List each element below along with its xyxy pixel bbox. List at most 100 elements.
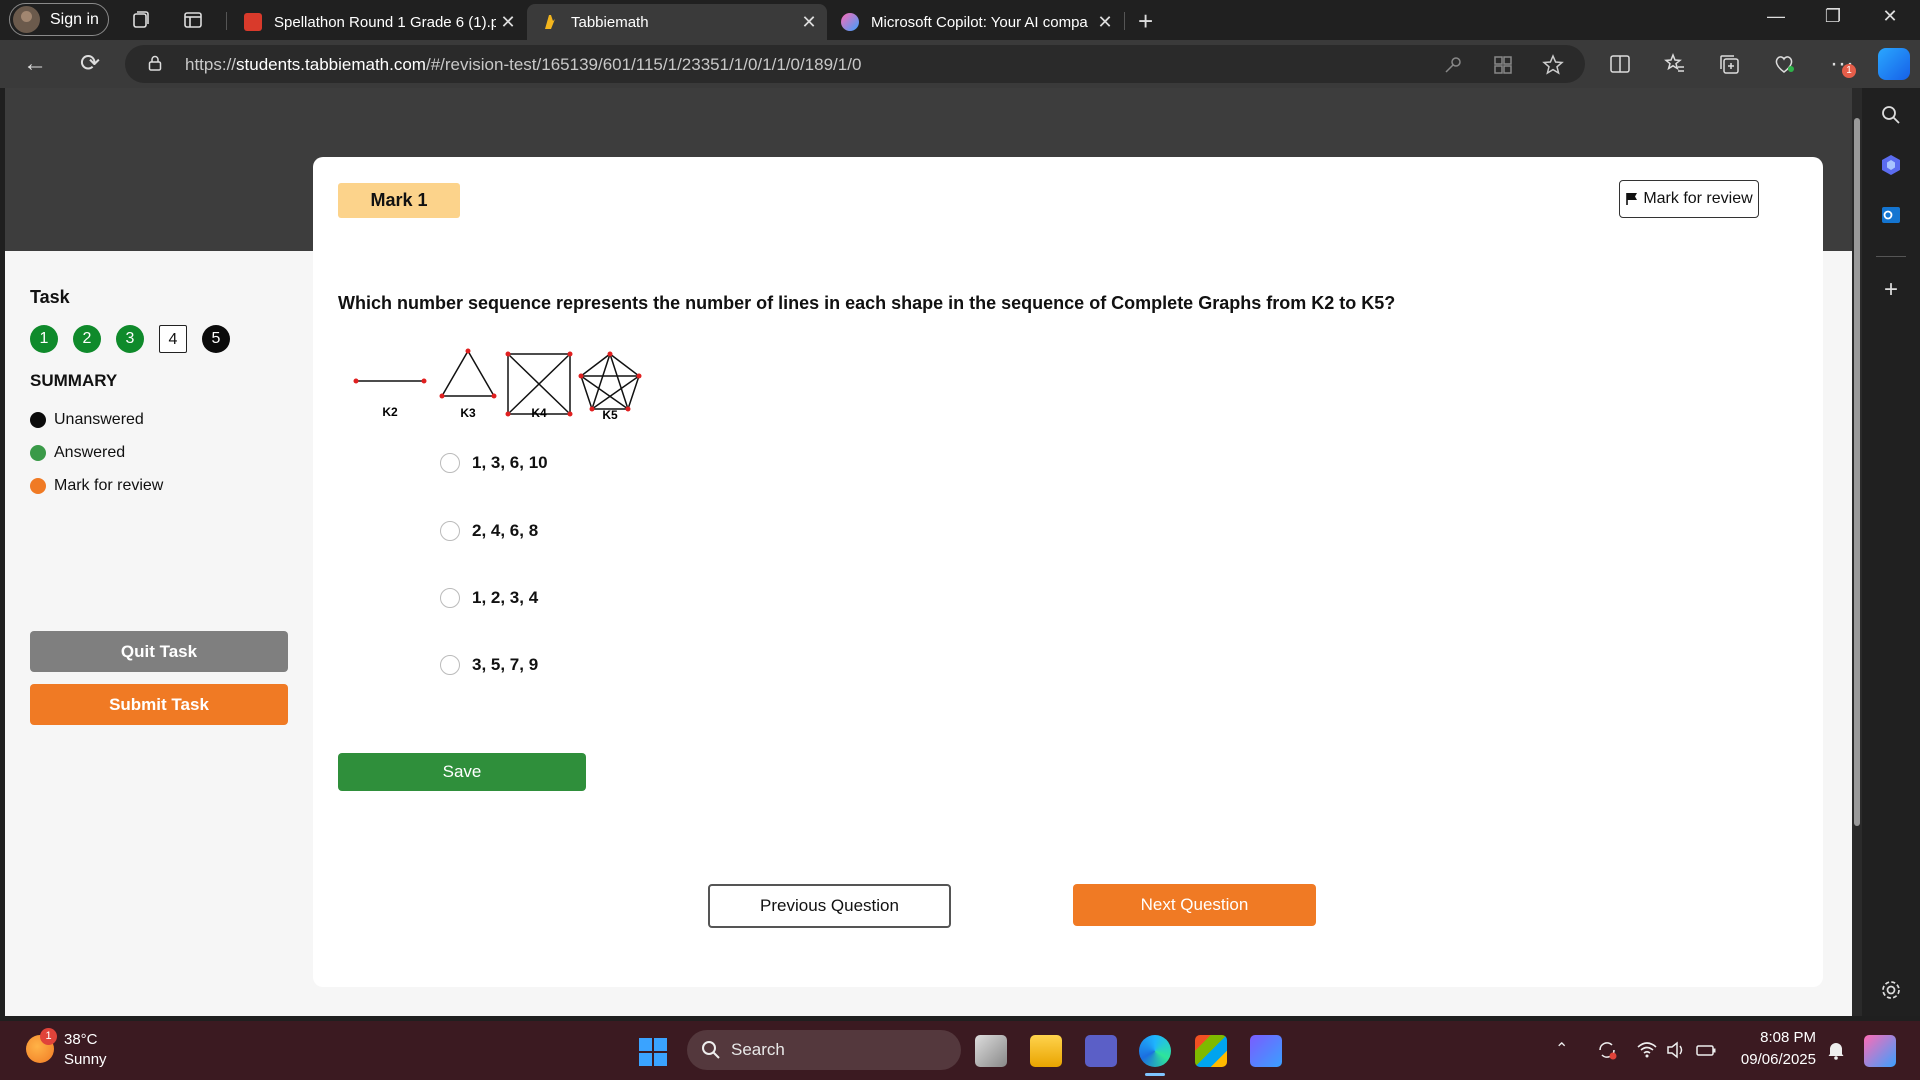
copilot-sidebar-icon[interactable] <box>1879 153 1903 177</box>
page-scrollbar[interactable] <box>1852 88 1862 1016</box>
signin-label: Sign in <box>50 10 99 28</box>
teams-icon[interactable] <box>1085 1035 1117 1067</box>
save-button[interactable]: Save <box>338 753 586 791</box>
volume-icon[interactable] <box>1665 1039 1687 1061</box>
outlook-icon[interactable] <box>1879 203 1903 227</box>
task-title: Task <box>30 287 70 307</box>
copilot-app-icon[interactable] <box>1250 1035 1282 1067</box>
url-text: https://students.tabbiemath.com/#/revisi… <box>185 55 862 74</box>
chevron-up-icon[interactable]: ⌃ <box>1555 1039 1577 1061</box>
close-icon[interactable]: ✕ <box>1093 12 1117 33</box>
address-bar[interactable]: https://students.tabbiemath.com/#/revisi… <box>125 45 1585 83</box>
scrollbar-thumb[interactable] <box>1854 118 1860 826</box>
graph-label-k3: K3 <box>460 406 476 420</box>
favorites-icon[interactable] <box>1663 52 1687 76</box>
search-icon[interactable] <box>1879 103 1903 127</box>
tab-copilot[interactable]: Microsoft Copilot: Your AI compa ✕ <box>827 4 1123 40</box>
question-nav-4[interactable]: 4 <box>159 325 187 353</box>
answer-option-3[interactable]: 1, 2, 3, 4 <box>440 588 538 608</box>
weather-condition[interactable]: Sunny <box>64 1051 107 1068</box>
answer-option-1[interactable]: 1, 3, 6, 10 <box>440 453 548 473</box>
lock-icon[interactable] <box>148 55 162 71</box>
settings-gear-icon[interactable] <box>1879 978 1903 1002</box>
legend-answered: Answered <box>30 444 125 462</box>
windows-taskbar: 1 38°C Sunny Search ⌃ 8:08 PM 09/06/2025 <box>0 1021 1920 1080</box>
task-sidebar: Task 1 2 3 4 5 SUMMARY Unanswered Answer… <box>5 251 313 1016</box>
radio-button[interactable] <box>440 588 460 608</box>
legend-unanswered: Unanswered <box>30 411 144 429</box>
task-view-icon[interactable] <box>975 1035 1007 1067</box>
question-card: Mark 1 Mark for review Which number sequ… <box>313 157 1823 987</box>
summary-title: SUMMARY <box>30 371 118 390</box>
graph-label-k5: K5 <box>602 408 618 422</box>
copilot-tray-icon[interactable] <box>1864 1035 1896 1067</box>
back-icon[interactable]: ← <box>21 50 49 78</box>
edge-icon[interactable] <box>1139 1035 1171 1067</box>
active-app-indicator <box>1145 1073 1165 1076</box>
graph-k2 <box>353 378 427 384</box>
answer-option-4[interactable]: 3, 5, 7, 9 <box>440 655 538 675</box>
graph-k3 <box>439 348 497 399</box>
search-icon <box>702 1041 720 1059</box>
radio-button[interactable] <box>440 453 460 473</box>
pdf-icon <box>244 13 262 31</box>
question-nav-5[interactable]: 5 <box>202 325 230 353</box>
new-tab-icon[interactable]: + <box>1138 6 1153 37</box>
apps-icon[interactable] <box>1491 53 1515 77</box>
avatar <box>13 6 40 33</box>
microsoft-store-icon[interactable] <box>1195 1035 1227 1067</box>
restore-icon[interactable]: ❐ <box>1813 6 1853 27</box>
notification-bell-icon[interactable] <box>1825 1039 1847 1061</box>
add-icon[interactable]: + <box>1879 278 1903 302</box>
next-question-button[interactable]: Next Question <box>1073 884 1316 926</box>
legend-dot <box>30 478 46 494</box>
edge-sidebar: + <box>1862 88 1920 1016</box>
split-screen-icon[interactable] <box>1608 52 1632 76</box>
weather-temperature[interactable]: 38°C <box>64 1031 98 1048</box>
copilot-icon[interactable] <box>1878 48 1910 80</box>
file-explorer-icon[interactable] <box>1030 1035 1062 1067</box>
complete-graphs-figure: K2 K3 K4 K5 <box>353 348 642 422</box>
quit-task-button[interactable]: Quit Task <box>30 631 288 672</box>
clock-date[interactable]: 09/06/2025 <box>1730 1051 1816 1068</box>
sync-icon[interactable] <box>1596 1039 1618 1061</box>
radio-button[interactable] <box>440 521 460 541</box>
legend-dot <box>30 412 46 428</box>
tab-spellathon[interactable]: Spellathon Round 1 Grade 6 (1).p ✕ <box>230 4 526 40</box>
close-icon[interactable]: ✕ <box>797 12 821 33</box>
collections-icon[interactable] <box>1717 52 1741 76</box>
weather-badge: 1 <box>40 1028 57 1045</box>
graph-label-k4: K4 <box>531 406 547 420</box>
refresh-icon[interactable]: ⟳ <box>76 50 104 78</box>
workspaces-icon[interactable] <box>129 8 153 32</box>
minimize-icon[interactable]: — <box>1756 6 1796 27</box>
tabbiemath-icon <box>545 15 555 29</box>
mark-for-review-button[interactable]: Mark for review <box>1619 180 1759 218</box>
tab-actions-icon[interactable] <box>181 8 205 32</box>
close-window-icon[interactable]: ✕ <box>1870 6 1910 27</box>
windows-start-icon[interactable] <box>638 1037 668 1067</box>
close-icon[interactable]: ✕ <box>496 12 520 33</box>
flag-icon <box>1626 193 1638 205</box>
radio-button[interactable] <box>440 655 460 675</box>
previous-question-button[interactable]: Previous Question <box>708 884 951 928</box>
question-nav-2[interactable]: 2 <box>73 325 101 353</box>
tab-title: Spellathon Round 1 Grade 6 (1).p <box>274 13 496 31</box>
answer-option-2[interactable]: 2, 4, 6, 8 <box>440 521 538 541</box>
browser-essentials-icon[interactable] <box>1772 52 1796 76</box>
legend-mark-for-review: Mark for review <box>30 477 163 495</box>
favorite-star-icon[interactable] <box>1541 53 1565 77</box>
tab-tabbiemath[interactable]: Tabbiemath ✕ <box>527 4 827 40</box>
submit-task-button[interactable]: Submit Task <box>30 684 288 725</box>
question-text: Which number sequence represents the num… <box>338 293 1396 313</box>
tab-title: Tabbiemath <box>571 13 649 31</box>
profile-signin-button[interactable]: Sign in <box>9 3 109 36</box>
question-nav-1[interactable]: 1 <box>30 325 58 353</box>
taskbar-search[interactable]: Search <box>687 1030 961 1070</box>
question-nav-3[interactable]: 3 <box>116 325 144 353</box>
wifi-icon[interactable] <box>1636 1039 1658 1061</box>
clock-time[interactable]: 8:08 PM <box>1730 1029 1816 1046</box>
mark-badge: Mark 1 <box>338 183 460 218</box>
key-icon[interactable] <box>1441 53 1465 77</box>
battery-icon[interactable] <box>1695 1039 1717 1061</box>
